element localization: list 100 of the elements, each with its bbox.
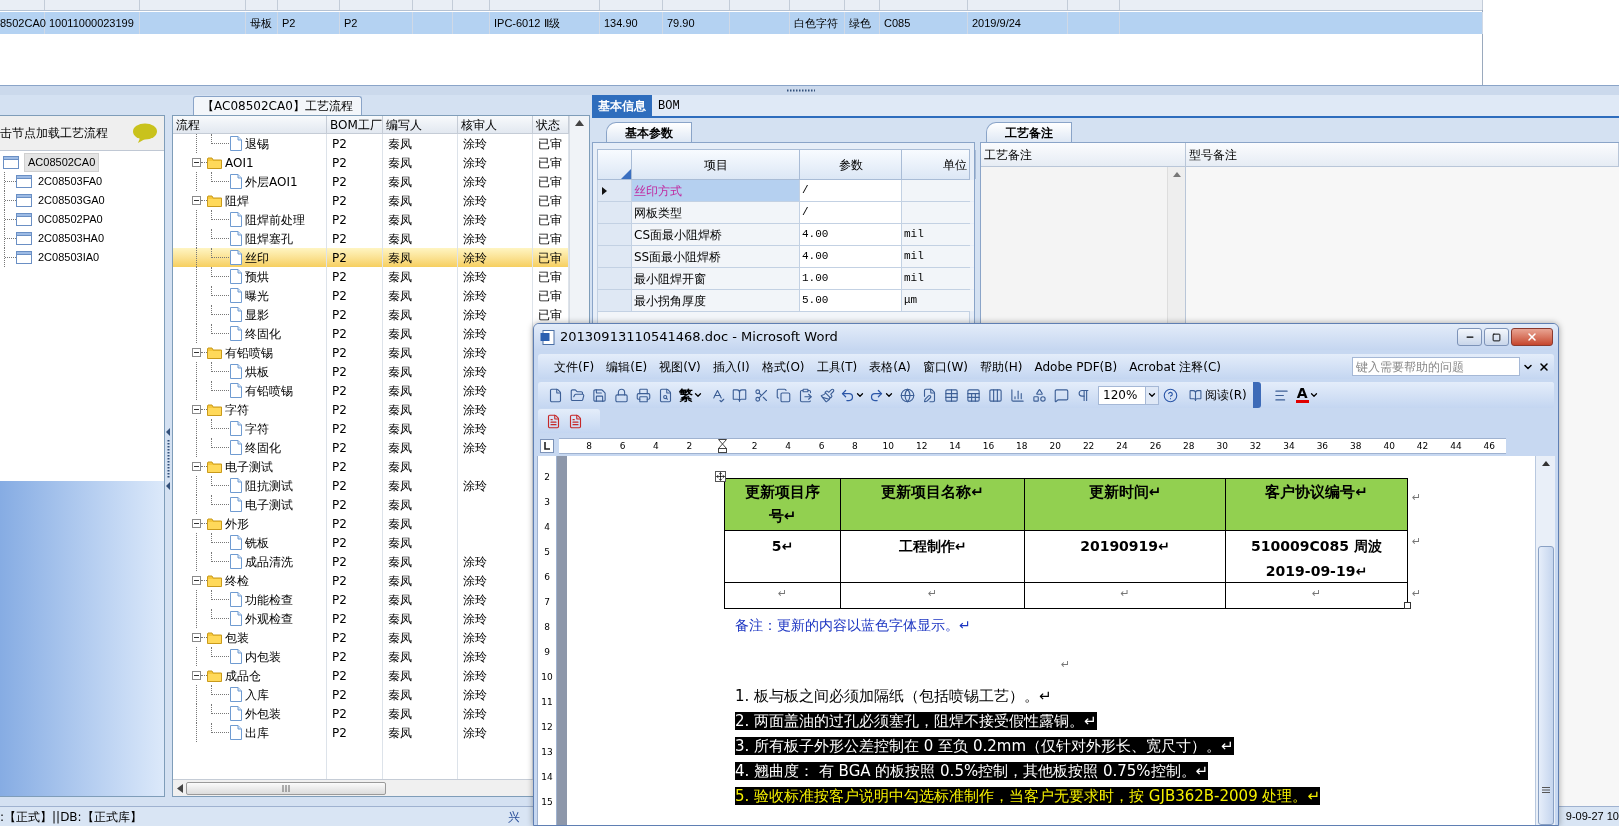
tree-label: 阻焊前处理 bbox=[245, 211, 305, 229]
ruler-label: 6 bbox=[618, 441, 627, 451]
table-cell-text: P2 bbox=[332, 610, 347, 628]
table-cell-text: 涂玲 bbox=[463, 135, 487, 153]
table-cell: ↵ bbox=[777, 587, 788, 600]
table-cell-text: 涂玲 bbox=[463, 268, 487, 286]
table-cell-text: C085 bbox=[884, 15, 911, 31]
table-cell-text: P2 bbox=[332, 268, 347, 286]
ruler-label: 10 bbox=[881, 441, 895, 451]
ruler-label: 40 bbox=[1382, 441, 1396, 451]
table-cell-text: 涂玲 bbox=[463, 724, 487, 742]
table-cell-text: 秦凤 bbox=[388, 591, 412, 609]
table-cell-text: P2 bbox=[332, 515, 347, 533]
table-cell-text: mil bbox=[904, 271, 924, 287]
tree-label: 铣板 bbox=[245, 534, 269, 552]
table-cell: 工程制作↵ bbox=[898, 538, 967, 554]
table-cell-text: 已审 bbox=[538, 268, 562, 286]
table-cell-text: 网板类型 bbox=[634, 204, 682, 222]
table-cell-text: P2 bbox=[332, 496, 347, 514]
table-cell-text: 涂玲 bbox=[463, 173, 487, 191]
table-cell-text: 秦凤 bbox=[388, 325, 412, 343]
ruler-label: 13 bbox=[541, 746, 553, 759]
tree-label: 电子测试 bbox=[225, 458, 273, 476]
table-cell-text: 最小阻焊开窗 bbox=[634, 270, 706, 288]
table-cell: 5↵ bbox=[771, 538, 794, 554]
table-cell-text: P2 bbox=[332, 249, 347, 267]
ruler-label: 24 bbox=[1115, 441, 1129, 451]
table-cell-text: 涂玲 bbox=[463, 211, 487, 229]
table-cell-text: 已审 bbox=[538, 154, 562, 172]
tree-label: 预烘 bbox=[245, 268, 269, 286]
table-cell-text: 已审 bbox=[538, 173, 562, 191]
table-cell-text: 秦凤 bbox=[388, 572, 412, 590]
table-cell-text: μm bbox=[904, 293, 918, 309]
tree-label: 丝印 bbox=[245, 249, 269, 267]
table-cell-text: IPC-6012 Ⅱ级 bbox=[494, 15, 560, 31]
table-cell: 510009C085 周波 2019-09-19↵ bbox=[1251, 538, 1382, 579]
status-text: :【正式】||DB:【正式库】 bbox=[0, 808, 143, 826]
table-cell-text: 秦凤 bbox=[388, 401, 412, 419]
table-cell-text: P2 bbox=[332, 287, 347, 305]
ruler-label: 42 bbox=[1415, 441, 1430, 451]
table-cell-text: 秦凤 bbox=[388, 154, 412, 172]
table-cell-text: 母板 bbox=[250, 15, 272, 31]
table-cell-text: 涂玲 bbox=[463, 192, 487, 210]
table-cell-text: 秦凤 bbox=[388, 382, 412, 400]
table-cell-text: / bbox=[802, 205, 809, 221]
table-cell-text: P2 bbox=[332, 648, 347, 666]
table-cell-text: 秦凤 bbox=[388, 496, 412, 514]
table-cell-text: 秦凤 bbox=[388, 211, 412, 229]
ruler-label: 34 bbox=[1282, 441, 1296, 451]
table-cell-text: 涂玲 bbox=[463, 306, 487, 324]
tree-label: 终固化 bbox=[245, 439, 281, 457]
table-cell-text: SS面最小阻焊桥 bbox=[634, 248, 722, 266]
table-cell-text: 涂玲 bbox=[463, 705, 487, 723]
table-cell-text: P2 bbox=[344, 15, 358, 31]
table-cell-text: mil bbox=[904, 249, 924, 265]
tree-label: AOI1 bbox=[225, 154, 254, 172]
ruler-label: 16 bbox=[981, 441, 996, 451]
table-cell-text: 4.00 bbox=[802, 249, 829, 265]
table-cell-text: P2 bbox=[332, 306, 347, 324]
table-cell-text: P2 bbox=[332, 173, 347, 191]
table-cell-text: 秦凤 bbox=[388, 724, 412, 742]
table-cell-text: P2 bbox=[332, 439, 347, 457]
table-cell-text: mil bbox=[904, 227, 924, 243]
table-cell-text: 秦凤 bbox=[388, 705, 412, 723]
table-cell-text: 4.00 bbox=[802, 227, 829, 243]
table-cell-text: 涂玲 bbox=[463, 363, 487, 381]
tree-label: 显影 bbox=[245, 306, 269, 324]
tree-label: 阻焊塞孔 bbox=[245, 230, 293, 248]
panel-title: 击节点加载工艺流程 bbox=[0, 125, 108, 142]
ruler-label: 6 bbox=[544, 571, 550, 584]
table-cell-text: 涂玲 bbox=[463, 287, 487, 305]
table-cell-text: 秦凤 bbox=[388, 686, 412, 704]
table-cell-text: 涂玲 bbox=[463, 439, 487, 457]
ruler-label: 38 bbox=[1349, 441, 1363, 451]
table-cell-text: / bbox=[802, 183, 809, 199]
table-cell-text: 秦凤 bbox=[388, 230, 412, 248]
ruler-label: 6 bbox=[817, 441, 826, 451]
ruler-label: 28 bbox=[1182, 441, 1196, 451]
ruler-label: 8 bbox=[851, 441, 859, 451]
tree-label: 电子测试 bbox=[245, 496, 293, 514]
tree-label: 阻抗测试 bbox=[245, 477, 293, 495]
table-cell-text: 秦凤 bbox=[388, 648, 412, 666]
table-cell-text: 秦凤 bbox=[388, 458, 412, 476]
table-cell-text: 已审 bbox=[538, 306, 562, 324]
ruler-label: 32 bbox=[1248, 441, 1263, 451]
table-cell-text: 5.00 bbox=[802, 293, 829, 309]
table-cell-text: 涂玲 bbox=[463, 553, 487, 571]
table-cell-text: 涂玲 bbox=[463, 154, 487, 172]
tree-label: 终固化 bbox=[245, 325, 281, 343]
table-cell-text: 涂玲 bbox=[463, 629, 487, 647]
ruler-label: 7 bbox=[544, 596, 550, 609]
table-cell-text: 涂玲 bbox=[463, 572, 487, 590]
table-cell-text: 已审 bbox=[538, 287, 562, 305]
table-cell-text: P2 bbox=[332, 192, 347, 210]
tree-label: 外包装 bbox=[245, 705, 281, 723]
tree-label: 成品清洗 bbox=[245, 553, 293, 571]
ruler-label: 4 bbox=[544, 521, 550, 534]
table-cell-text: 已审 bbox=[538, 249, 562, 267]
ruler-label: 14 bbox=[541, 771, 553, 784]
tree-label: 功能检查 bbox=[245, 591, 293, 609]
